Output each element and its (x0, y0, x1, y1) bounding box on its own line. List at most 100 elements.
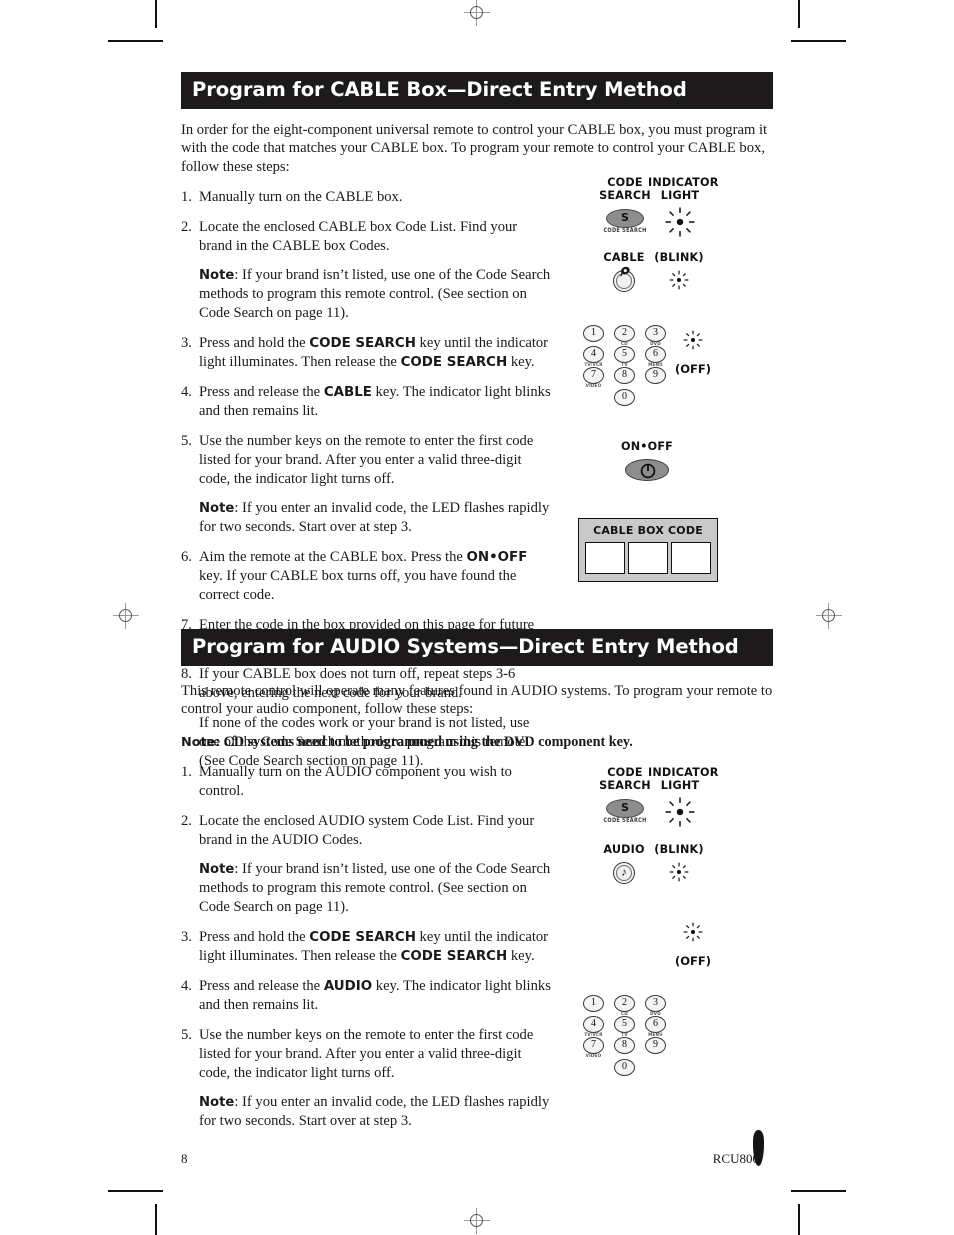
audio-number-key[interactable]: 8 (614, 1037, 635, 1054)
blink-indicator-burst-icon (669, 270, 689, 290)
number-key-label: 2 (622, 327, 627, 338)
step-item: 2. Locate the enclosed AUDIO system Code … (181, 812, 553, 850)
audio-off-caption: (OFF) (675, 954, 711, 968)
section-heading-cable: Program for CABLE Box—Direct Entry Metho… (181, 72, 773, 109)
audio-number-keypad: 1 2 CD 3 DVD 4 TV/VCR 5 TV 6 MENU 7 VIDEO 8 9 0 (583, 995, 669, 1076)
audio-note-text: : CD systems need to be programmed using… (215, 734, 633, 751)
audio-number-key[interactable]: 1 (583, 995, 604, 1012)
cable-code-cell[interactable] (628, 542, 668, 574)
audio-indicator-label: INDICATOR LIGHT (648, 766, 719, 792)
audio-code-search-key-sublabel: CODE SEARCH (603, 817, 647, 825)
power-icon (640, 463, 656, 479)
section-intro-cable: In order for the eight-component univers… (181, 121, 768, 176)
step-text: Press and release the CABLE key. The ind… (199, 384, 551, 420)
indicator-light-burst-icon (665, 207, 695, 237)
step-item: 1. Manually turn on the AUDIO component y… (181, 763, 553, 801)
number-key-label: 3 (653, 997, 658, 1008)
cable-number-key[interactable]: 1 (583, 325, 604, 342)
cable-blink-label: (BLINK) (654, 251, 704, 264)
step-number: 3. (181, 335, 192, 352)
cable-art-indicator-group: INDICATOR LIGHT (648, 176, 718, 237)
step-item: 3. Press and hold the CODE SEARCH key unt… (181, 334, 553, 372)
cable-number-key[interactable]: 3 (645, 325, 666, 342)
step-item: 4. Press and release the CABLE key. The i… (181, 383, 553, 421)
audio-step-list: 1. Manually turn on the AUDIO component y… (181, 763, 553, 1131)
audio-number-key[interactable]: 2 (614, 995, 635, 1012)
cable-number-key[interactable]: 5 (614, 346, 635, 363)
number-key-label: 0 (622, 391, 627, 402)
cable-code-cell[interactable] (671, 542, 711, 574)
step-item: 5. Use the number keys on the remote to e… (181, 432, 553, 489)
number-key-label: 8 (622, 369, 627, 380)
section-intro-audio: This remote control will operate many fe… (181, 682, 773, 718)
crop-mark-bottom-right-h (791, 1190, 846, 1192)
model-name: RCU800 (712, 1151, 759, 1166)
audio-code-search-key[interactable]: S (606, 799, 644, 818)
step-text: Note: If you enter an invalid code, the … (199, 500, 550, 535)
music-note-icon: ♪ (621, 866, 627, 879)
step-text: Press and hold the CODE SEARCH key until… (199, 335, 549, 371)
document-page: Program for CABLE Box—Direct Entry Metho… (0, 0, 954, 1235)
number-key-label: 8 (622, 1039, 627, 1050)
step-text: Press and release the AUDIO key. The ind… (199, 978, 551, 1014)
cable-number-key[interactable]: 4 (583, 346, 604, 363)
cable-code-search-label: CODE SEARCH (599, 176, 651, 202)
code-search-key[interactable]: S (606, 209, 644, 228)
audio-blink-indicator-burst-icon (669, 862, 689, 882)
cable-component-key[interactable] (613, 266, 635, 292)
audio-number-key[interactable]: 7 (583, 1037, 604, 1054)
audio-code-search-key-glyph: S (621, 801, 629, 814)
audio-blink-label: (BLINK) (654, 843, 704, 856)
audio-component-key[interactable]: ♪ (613, 862, 635, 884)
satellite-dish-icon (620, 266, 630, 277)
cable-art-blink-group: (BLINK) (650, 251, 708, 290)
note-label: Note (199, 1094, 235, 1110)
cable-box-code-title: CABLE BOX CODE (593, 524, 703, 537)
audio-cd-note: Note: CD systems need to be programmed u… (181, 733, 773, 752)
key-name: CABLE (323, 385, 372, 401)
number-key-label: 6 (653, 348, 658, 359)
audio-art-component-group: AUDIO ♪ (598, 843, 650, 884)
cable-number-key[interactable]: 9 (645, 367, 666, 384)
number-key-sublabel: VIDEO (585, 383, 602, 388)
registration-mark-left (113, 603, 139, 629)
audio-number-key[interactable]: 4 (583, 1016, 604, 1033)
power-key-label: ON•OFF (620, 440, 674, 453)
audio-art-codesearch-group: CODE SEARCH S CODE SEARCH (596, 766, 654, 824)
step-text: Locate the enclosed CABLE box Code List.… (199, 219, 518, 255)
crop-mark-top-left-h (108, 40, 163, 42)
cable-number-key[interactable]: 2 (614, 325, 635, 342)
step-number: 5. (181, 433, 192, 450)
key-name: CODE SEARCH (400, 355, 508, 371)
cable-art-power-group: ON•OFF (604, 440, 690, 481)
step-item: 1. Manually turn on the CABLE box. (181, 188, 553, 207)
key-name: CODE SEARCH (400, 949, 508, 965)
cable-number-key[interactable]: 8 (614, 367, 635, 384)
number-key-label: 1 (591, 997, 596, 1008)
audio-code-search-label: CODE SEARCH (599, 766, 651, 792)
step-item: 4. Press and release the AUDIO key. The i… (181, 977, 553, 1015)
step-number: 4. (181, 384, 192, 401)
number-key-label: 4 (591, 1018, 596, 1029)
step-number: 1. (181, 189, 192, 206)
step-note: Note: If your brand isn’t listed, use on… (181, 266, 553, 323)
cable-number-keypad: 1 2 CD 3 DVD 4 TV/VCR 5 TV 6 MENU 7 VIDEO 8 9 0 (583, 325, 669, 406)
note-label: Note (199, 862, 235, 878)
audio-number-key[interactable]: 5 (614, 1016, 635, 1033)
section-heading-audio: Program for AUDIO Systems—Direct Entry M… (181, 629, 773, 666)
power-key[interactable] (625, 459, 669, 481)
audio-number-key[interactable]: 3 (645, 995, 666, 1012)
audio-number-key[interactable]: 9 (645, 1037, 666, 1054)
audio-number-key[interactable]: 6 (645, 1016, 666, 1033)
cable-number-key[interactable]: 0 (614, 389, 635, 406)
number-key-label: 5 (622, 348, 627, 359)
cable-number-key[interactable]: 7 (583, 367, 604, 384)
audio-number-key[interactable]: 0 (614, 1059, 635, 1076)
cable-number-key[interactable]: 6 (645, 346, 666, 363)
audio-note-label: Note (181, 735, 216, 751)
note-label: Note (199, 501, 235, 516)
cable-code-cell[interactable] (585, 542, 625, 574)
registration-mark-top (464, 0, 490, 26)
step-text: Manually turn on the CABLE box. (199, 189, 403, 206)
code-search-key-sublabel: CODE SEARCH (603, 227, 647, 235)
